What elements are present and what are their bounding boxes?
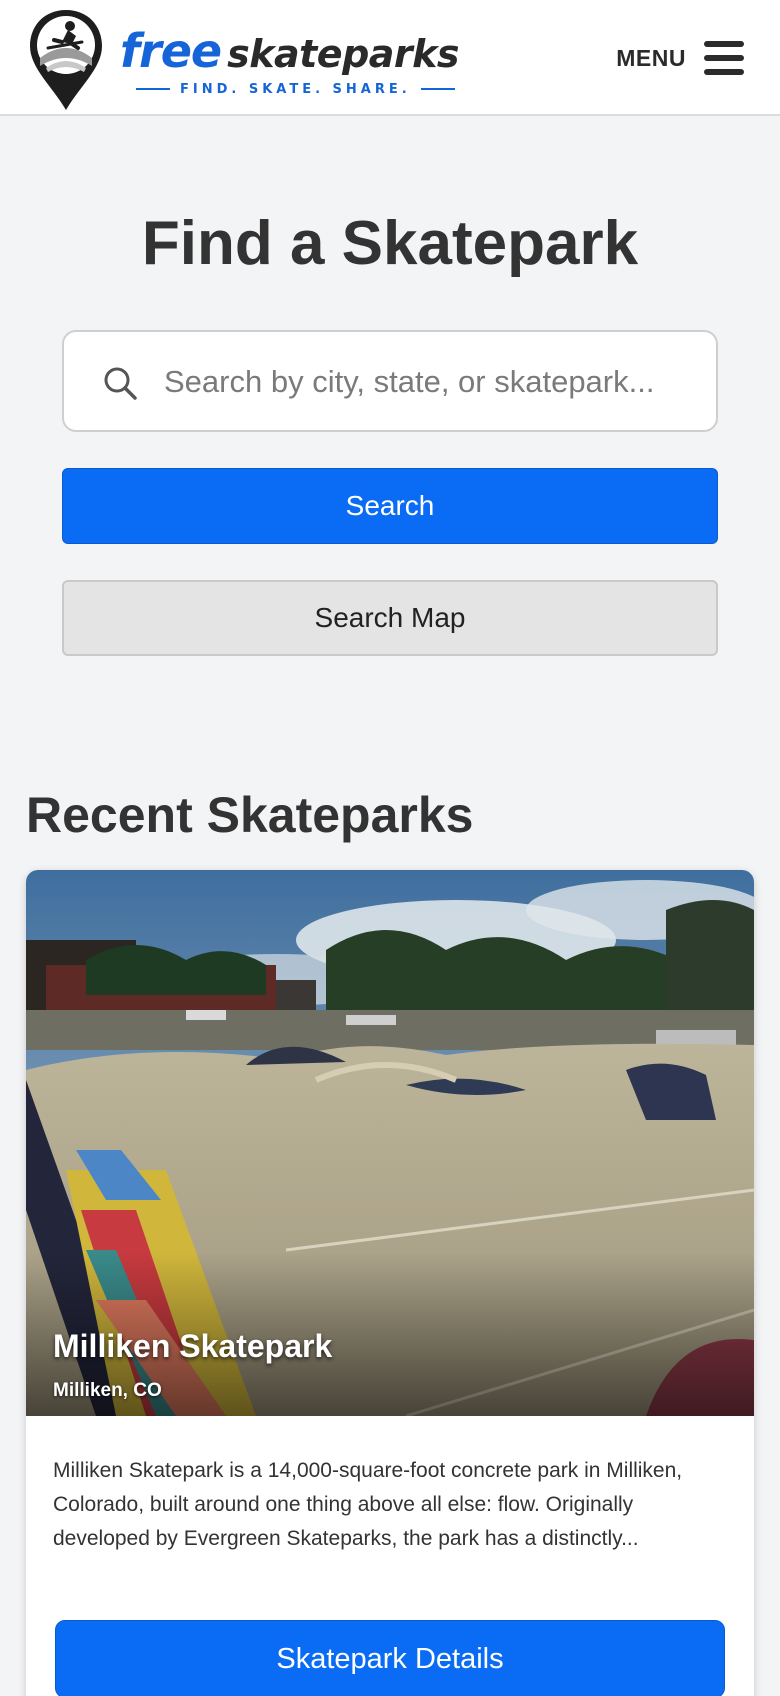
- page-title: Find a Skatepark: [141, 209, 639, 278]
- menu-label: MENU: [616, 44, 686, 71]
- tagline-rule-left: [136, 88, 170, 90]
- skatepark-name[interactable]: Milliken Skatepark: [53, 1328, 332, 1365]
- skater-map-pin-icon[interactable]: [26, 8, 106, 112]
- search-button[interactable]: Search: [62, 468, 718, 544]
- skatepark-description: Milliken Skatepark is a 14,000-square-fo…: [53, 1459, 683, 1550]
- search-input[interactable]: [164, 352, 694, 412]
- search-field[interactable]: [62, 330, 718, 432]
- tagline-rule-right: [420, 88, 455, 90]
- search-icon: [104, 367, 137, 400]
- search-map-button[interactable]: Search Map: [62, 580, 718, 656]
- skatepark-card: Milliken Skatepark Milliken, CO Milliken…: [26, 870, 754, 1696]
- skatepark-photo[interactable]: Milliken Skatepark Milliken, CO: [26, 870, 754, 1416]
- site-logo[interactable]: free skateparks: [120, 24, 460, 78]
- skatepark-details-button[interactable]: Skatepark Details: [55, 1620, 725, 1696]
- logo-word-skateparks: skateparks: [227, 32, 460, 76]
- menu-button[interactable]: MENU: [616, 38, 744, 78]
- skatepark-location: Milliken, CO: [53, 1380, 162, 1401]
- logo-tagline: FIND. SKATE. SHARE.: [136, 80, 455, 98]
- recent-skateparks-heading: Recent Skateparks: [26, 787, 474, 843]
- tagline-text: FIND. SKATE. SHARE.: [180, 81, 411, 97]
- site-header: free skateparks FIND. SKATE. SHARE. MENU: [0, 0, 780, 116]
- hamburger-icon: [704, 41, 744, 75]
- logo-word-free: free: [120, 24, 222, 78]
